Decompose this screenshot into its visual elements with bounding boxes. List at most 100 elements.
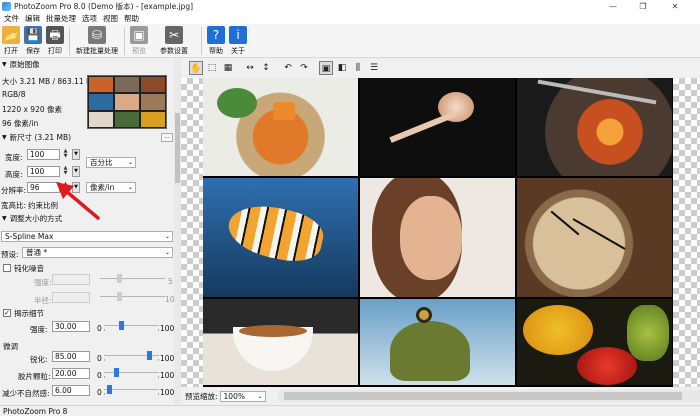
original-mode: RGB/8: [2, 90, 26, 99]
toolbar-button-6[interactable]: ? 帮助: [205, 24, 227, 58]
unit-value: 百分比: [90, 158, 113, 167]
rotate-left-icon[interactable]: ↶: [281, 61, 295, 75]
fit-height-icon[interactable]: ↕: [259, 61, 273, 75]
preview-image[interactable]: [203, 78, 673, 387]
width-spinner[interactable]: ▲ ▼: [62, 149, 69, 160]
toolbar-button-5[interactable]: ✂ 参数设置: [150, 24, 198, 58]
panel-scrollbar[interactable]: [174, 58, 181, 405]
select-icon[interactable]: ⬚: [205, 61, 219, 75]
photo-seashell: [360, 78, 515, 176]
artifact-max: 100: [160, 388, 175, 397]
preset-select[interactable]: 普通 * ⌄: [22, 247, 173, 258]
sharpen-label: 锐化:: [30, 355, 48, 364]
fine-tune-label: 微调: [3, 342, 18, 351]
artifact-min: 0: [97, 388, 102, 397]
toolbar-button-0[interactable]: 📂 打开: [0, 24, 22, 58]
frog-body: [390, 321, 470, 381]
film-grain-slider[interactable]: [104, 368, 159, 378]
photo-frog: [360, 299, 515, 385]
detail-strength-input[interactable]: 30.00: [52, 321, 90, 332]
noise-strength-max: 5: [168, 277, 173, 286]
view-split-h-icon[interactable]: ☰: [367, 61, 381, 75]
height-unit-dropdown[interactable]: ▼: [72, 166, 80, 177]
toolbar-label: 帮助: [209, 47, 223, 55]
close-button[interactable]: ✕: [660, 0, 690, 13]
slider-knob[interactable]: [147, 351, 152, 360]
view-single-icon[interactable]: ▣: [319, 61, 333, 75]
artifact-slider[interactable]: [104, 385, 159, 395]
menu-file[interactable]: 文件: [1, 13, 22, 24]
film-grain-label: 胶片颗粒:: [18, 372, 51, 381]
menu-bar: 文件 编辑 批量处理 选项 视图 帮助: [0, 13, 700, 24]
toolbar-button-3[interactable]: ⛁ 新建批量处理: [73, 24, 121, 58]
chevron-down-icon: ⌄: [127, 159, 133, 166]
menu-batch[interactable]: 批量处理: [43, 13, 79, 24]
zoom-select[interactable]: 100% ⌄: [219, 390, 266, 402]
toolbar-button-4[interactable]: ▣ 预览: [128, 24, 150, 58]
sharpen-input[interactable]: 85.00: [52, 351, 90, 362]
detail-strength-slider[interactable]: [104, 321, 159, 331]
toolbar-label: 参数设置: [160, 47, 188, 55]
toolbar-button-2[interactable]: 🖶 打印: [44, 24, 66, 58]
chevron-down-icon: ⌄: [164, 249, 170, 256]
menu-view[interactable]: 视图: [100, 13, 121, 24]
toolbar-button-7[interactable]: i 关于: [227, 24, 249, 58]
view-split-3-icon[interactable]: ⫼: [351, 61, 365, 75]
toolbar-label: 预览: [132, 47, 146, 55]
film-grain-input[interactable]: 20.00: [52, 368, 90, 379]
menu-options[interactable]: 选项: [79, 13, 100, 24]
noise-radius-label: 半径:: [34, 296, 52, 305]
about-icon: i: [229, 26, 247, 44]
height-label: 高度:: [5, 170, 23, 179]
method-value: S-Spline Max: [5, 232, 54, 241]
slider-knob[interactable]: [107, 385, 112, 394]
width-unit-dropdown[interactable]: ▼: [72, 149, 80, 160]
reveal-detail-label: 揭示细节: [14, 309, 44, 318]
minimize-button[interactable]: —: [598, 0, 628, 13]
menu-help[interactable]: 帮助: [121, 13, 142, 24]
fit-width-icon[interactable]: ↔: [243, 61, 257, 75]
crop-icon[interactable]: ▦: [221, 61, 235, 75]
newsize-section-header[interactable]: ▼ 新尺寸 (3.21 MB)...: [0, 132, 174, 143]
hand-icon[interactable]: ✋: [189, 61, 203, 75]
scrollbar-thumb[interactable]: [284, 392, 682, 400]
reveal-detail-checkbox[interactable]: ✓: [3, 309, 11, 317]
preview-hscrollbar[interactable]: [278, 390, 700, 402]
sharpen-noise-checkbox[interactable]: [3, 264, 11, 272]
toolbar-label: 打开: [4, 47, 18, 55]
menu-edit[interactable]: 编辑: [22, 13, 43, 24]
photo-clock: [517, 178, 672, 297]
scrollbar-thumb[interactable]: [175, 113, 180, 183]
herb-leaves: [217, 88, 257, 118]
size-unit-select[interactable]: 百分比 ⌄: [86, 157, 136, 168]
resize-method-select[interactable]: S-Spline Max ⌄: [1, 231, 173, 242]
view-split-v-icon[interactable]: ◧: [335, 61, 349, 75]
toolbar-separator: [201, 27, 202, 55]
collapse-icon: ▼: [2, 61, 7, 68]
photo-fruit: [517, 299, 672, 385]
resolution-label: 分辨率:: [1, 186, 27, 195]
app-icon: [2, 2, 11, 11]
artifact-input[interactable]: 6.00: [52, 385, 90, 396]
noise-strength-input: [52, 274, 90, 285]
height-spinner[interactable]: ▲ ▼: [62, 166, 69, 177]
zoom-value: 100%: [223, 391, 245, 401]
slider-knob[interactable]: [114, 368, 119, 377]
more-button[interactable]: ...: [161, 133, 173, 142]
sharpen-slider[interactable]: [104, 351, 159, 361]
photo-woman: [360, 178, 515, 297]
height-input[interactable]: 100: [27, 166, 60, 177]
toolbar: 📂 打开 💾 保存 🖶 打印 ⛁ 新建批量处理 ▣ 预览 ✂ 参数设置 ? 帮助 i 关于: [0, 24, 700, 58]
batch-icon: ⛁: [88, 26, 106, 44]
original-section-header[interactable]: ▼ 原始图像: [0, 59, 174, 70]
toolbar-button-1[interactable]: 💾 保存: [22, 24, 44, 58]
slider-knob[interactable]: [119, 321, 124, 330]
rotate-right-icon[interactable]: ↷: [297, 61, 311, 75]
detail-strength-label: 强度:: [30, 325, 48, 334]
detail-min: 0: [97, 324, 102, 333]
original-pixels: 1220 x 920 像素: [2, 105, 62, 114]
section-title: 新尺寸 (3.21 MB): [9, 133, 72, 142]
width-input[interactable]: 100: [27, 149, 60, 160]
face: [400, 196, 462, 280]
restore-button[interactable]: ❐: [628, 0, 658, 13]
